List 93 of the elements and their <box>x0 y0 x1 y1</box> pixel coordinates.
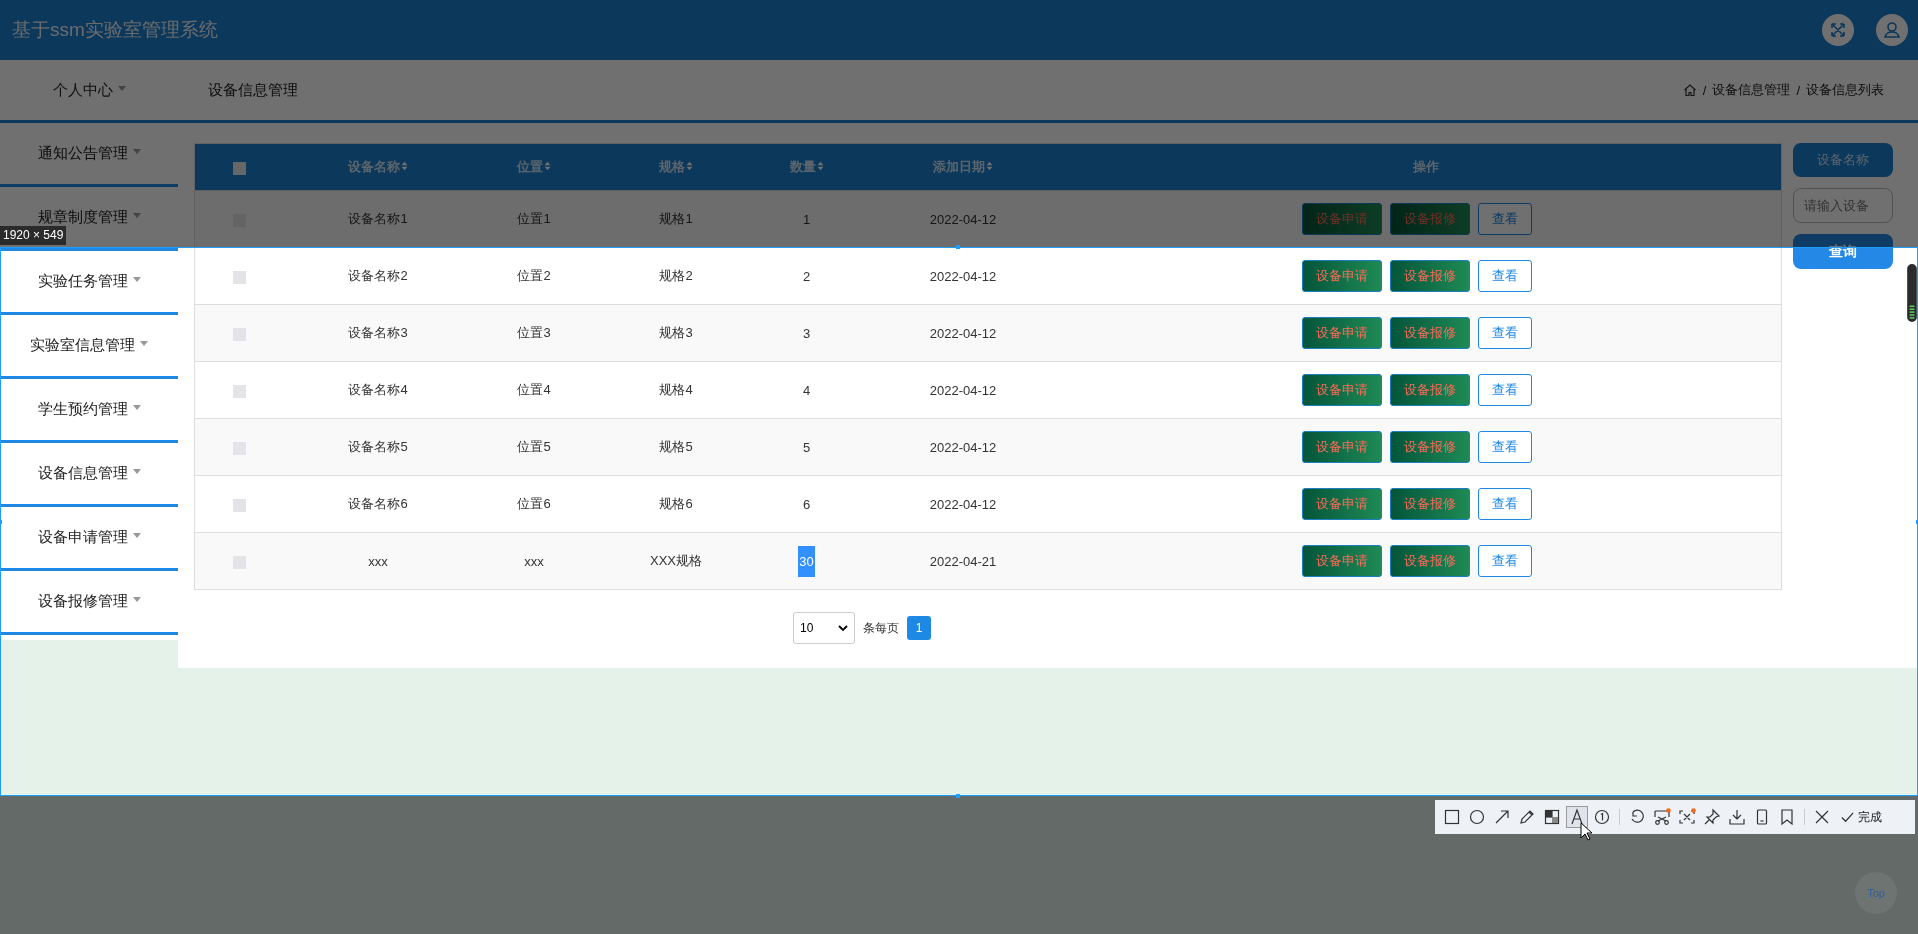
back-to-top-button[interactable]: Top <box>1855 872 1897 914</box>
view-button[interactable]: 查看 <box>1478 260 1532 292</box>
row-checkbox[interactable] <box>232 498 246 512</box>
sort-icon[interactable] <box>544 161 551 171</box>
table-cell-text: 2 <box>801 267 812 286</box>
repair-button[interactable]: 设备报修 <box>1390 317 1470 349</box>
row-checkbox[interactable] <box>232 270 246 284</box>
table-cell-text: 1 <box>801 210 812 229</box>
column-header[interactable]: 规格 <box>595 143 757 191</box>
apply-button[interactable]: 设备申请 <box>1302 260 1382 292</box>
table-cell-text: 6 <box>801 495 812 514</box>
table-cell-text: 5 <box>801 438 812 457</box>
breadcrumb-separator: / <box>1702 82 1707 98</box>
user-icon[interactable] <box>1876 14 1908 46</box>
sort-icon[interactable] <box>401 161 408 171</box>
table-cell: 设备名称6 <box>348 496 408 511</box>
repair-button[interactable]: 设备报修 <box>1390 545 1470 577</box>
column-header[interactable]: 设备名称 <box>283 143 473 191</box>
fullscreen-icon[interactable] <box>1822 14 1854 46</box>
scroll-indicator-icon <box>1907 264 1917 322</box>
column-header[interactable]: 数量 <box>757 143 856 191</box>
chevron-down-icon <box>838 625 848 631</box>
repair-button[interactable]: 设备报修 <box>1390 203 1470 235</box>
text-tool-icon[interactable] <box>1566 806 1588 828</box>
repair-button[interactable]: 设备报修 <box>1390 488 1470 520</box>
apply-button[interactable]: 设备申请 <box>1302 545 1382 577</box>
table-cell: 规格6 <box>659 496 693 511</box>
table-cell: 2022-04-12 <box>929 496 997 512</box>
column-header[interactable]: 添加日期 <box>856 143 1070 191</box>
table-cell: 位置3 <box>517 325 551 340</box>
column-header: 操作 <box>1070 143 1782 191</box>
sort-icon[interactable] <box>816 161 824 171</box>
table-cell: 30 <box>798 545 815 577</box>
table-cell: xxx <box>368 553 388 569</box>
view-button[interactable]: 查看 <box>1478 545 1532 577</box>
personal-center-menu[interactable]: 个人中心 <box>0 80 178 100</box>
table-cell: 规格1 <box>659 211 693 226</box>
repair-button[interactable]: 设备报修 <box>1390 260 1470 292</box>
table-cell-text: 3 <box>801 324 812 343</box>
apply-button[interactable]: 设备申请 <box>1302 317 1382 349</box>
view-button[interactable]: 查看 <box>1478 317 1532 349</box>
table-cell: 设备名称3 <box>348 325 408 340</box>
view-button[interactable]: 查看 <box>1478 488 1532 520</box>
table-cell: 位置6 <box>517 496 551 511</box>
table-cell-text: 4 <box>801 381 812 400</box>
mouse-cursor-icon <box>1580 822 1592 841</box>
page-button[interactable]: 1 <box>907 616 931 640</box>
repair-button[interactable]: 设备报修 <box>1390 374 1470 406</box>
breadcrumb-item: 设备信息列表 <box>1806 81 1884 99</box>
table-cell: 2022-04-12 <box>929 439 997 455</box>
sort-icon[interactable] <box>986 161 993 171</box>
capture-size-label: 1920 × 549 <box>0 226 67 245</box>
table-cell: 规格4 <box>659 382 693 397</box>
breadcrumb-separator: / <box>1796 82 1800 98</box>
table-cell: 位置1 <box>517 211 551 226</box>
app-title: 基于ssm实验室管理系统 <box>12 18 218 42</box>
breadcrumb-item[interactable]: 设备信息管理 <box>1712 81 1791 99</box>
select-all-checkbox[interactable] <box>232 161 246 175</box>
table-cell: 位置2 <box>517 268 551 283</box>
view-button[interactable]: 查看 <box>1478 374 1532 406</box>
table-cell: 位置4 <box>517 382 551 397</box>
table-cell: 2022-04-21 <box>929 553 997 569</box>
table-cell: 2022-04-12 <box>929 211 997 227</box>
column-header[interactable]: 位置 <box>473 143 595 191</box>
row-checkbox[interactable] <box>232 384 246 398</box>
table-cell: 设备名称2 <box>348 268 408 283</box>
apply-button[interactable]: 设备申请 <box>1302 374 1382 406</box>
view-button[interactable]: 查看 <box>1478 203 1532 235</box>
table-cell: XXX规格 <box>650 553 702 568</box>
table-cell: 规格5 <box>659 439 693 454</box>
table-cell: 设备名称1 <box>348 211 408 226</box>
page-size-label: 条每页 <box>863 619 899 637</box>
home-icon[interactable] <box>1682 83 1697 97</box>
page-title: 设备信息管理 <box>208 80 298 100</box>
apply-button[interactable]: 设备申请 <box>1302 431 1382 463</box>
table-cell: 规格3 <box>659 325 693 340</box>
table-cell: 设备名称5 <box>348 439 408 454</box>
apply-button[interactable]: 设备申请 <box>1302 203 1382 235</box>
table-cell: 位置5 <box>517 439 551 454</box>
table-cell: 规格2 <box>659 268 693 283</box>
repair-button[interactable]: 设备报修 <box>1390 431 1470 463</box>
table-cell: 2022-04-12 <box>929 325 997 341</box>
done-button[interactable]: 完成 <box>1840 808 1882 826</box>
table-cell: 2022-04-12 <box>929 268 997 284</box>
page-size-select[interactable]: 10 <box>793 612 855 644</box>
apply-button[interactable]: 设备申请 <box>1302 488 1382 520</box>
table-cell: xxx <box>524 553 544 569</box>
sort-icon[interactable] <box>686 161 693 171</box>
search-label: 设备名称 <box>1793 143 1893 177</box>
scissors-icon[interactable] <box>1651 806 1673 828</box>
table-cell: 设备名称4 <box>348 382 408 397</box>
table-cell: 2022-04-12 <box>929 382 997 398</box>
view-button[interactable]: 查看 <box>1478 431 1532 463</box>
